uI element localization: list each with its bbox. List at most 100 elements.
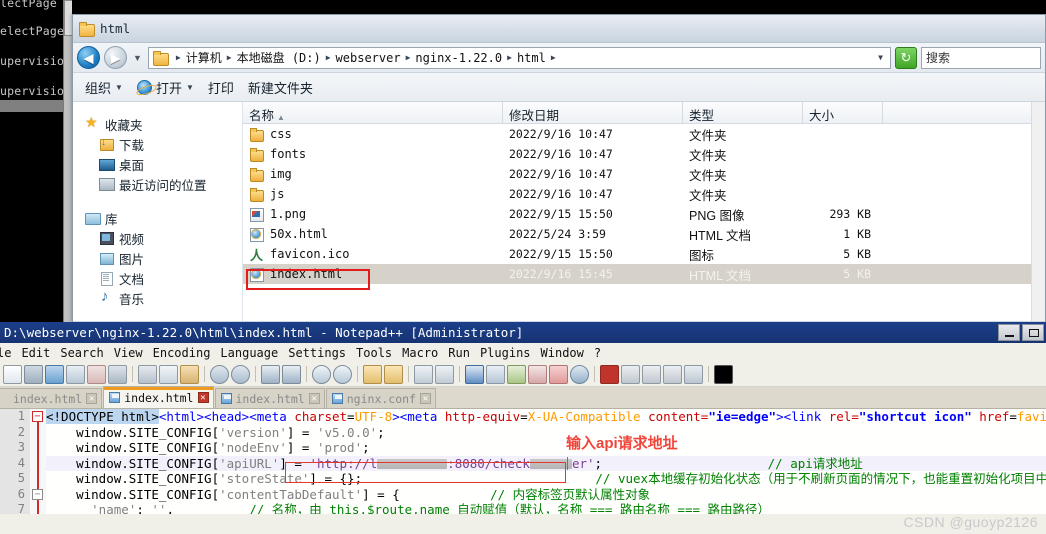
- breadcrumb-item-0[interactable]: 计算机: [186, 49, 222, 66]
- save-icon[interactable]: [45, 364, 64, 384]
- monitor-icon[interactable]: [570, 364, 589, 384]
- word-wrap-icon[interactable]: [414, 364, 433, 384]
- new-folder-button[interactable]: 新建文件夹: [248, 78, 313, 97]
- undo-icon[interactable]: [210, 364, 229, 384]
- print-button[interactable]: 打印: [208, 78, 234, 97]
- sidebar-item-downloads[interactable]: 下载: [83, 134, 242, 154]
- table-row[interactable]: fonts 2022/9/16 10:47 文件夹: [243, 144, 1045, 164]
- paste-icon[interactable]: [180, 364, 199, 384]
- menu-file[interactable]: le: [0, 346, 11, 360]
- print-icon[interactable]: [108, 364, 127, 384]
- menu-encoding[interactable]: Encoding: [153, 346, 211, 360]
- indent-guide-icon[interactable]: [465, 364, 484, 384]
- tab-index-html-3[interactable]: index.html ✕: [214, 388, 325, 408]
- table-row-selected[interactable]: index.html 2022/9/16 15:45 HTML 文档 5 KB: [243, 264, 1045, 284]
- sidebar-item-recent-places[interactable]: 最近访问的位置: [83, 174, 242, 194]
- column-header-size[interactable]: 大小: [803, 102, 883, 123]
- table-row[interactable]: favicon.ico 2022/9/15 15:50 图标 5 KB: [243, 244, 1045, 264]
- maximize-button[interactable]: [1022, 324, 1044, 341]
- forward-button[interactable]: ▶: [104, 46, 127, 69]
- redo-icon[interactable]: [231, 364, 250, 384]
- run-icon[interactable]: [714, 364, 733, 384]
- explorer-titlebar[interactable]: html: [73, 15, 1045, 43]
- menu-settings[interactable]: Settings: [288, 346, 346, 360]
- column-header-name[interactable]: 名称 ▲: [243, 102, 503, 123]
- folder-workspace-icon[interactable]: [549, 364, 568, 384]
- close-icon[interactable]: ✕: [308, 393, 320, 404]
- menu-language[interactable]: Language: [220, 346, 278, 360]
- file-list-scrollbar[interactable]: [1031, 102, 1045, 321]
- minimize-button[interactable]: [998, 324, 1020, 341]
- code-folding-column[interactable]: − −: [30, 409, 46, 514]
- table-row[interactable]: 1.png 2022/9/15 15:50 PNG 图像 293 KB: [243, 204, 1045, 224]
- console-window[interactable]: lectPage electPage upervisio upervisio: [0, 0, 72, 322]
- sync-scroll-h-icon[interactable]: [384, 364, 403, 384]
- find-icon[interactable]: [261, 364, 280, 384]
- chevron-down-icon[interactable]: ▼: [131, 53, 144, 63]
- cut-icon[interactable]: [138, 364, 157, 384]
- sidebar-item-documents[interactable]: 文档: [83, 268, 242, 288]
- tab-nginx-conf[interactable]: nginx.conf ✕: [325, 388, 436, 408]
- organize-button[interactable]: 组织 ▼: [85, 78, 123, 97]
- function-list-icon[interactable]: [528, 364, 547, 384]
- fold-toggle-icon[interactable]: −: [32, 489, 43, 500]
- sidebar-item-music[interactable]: 音乐: [83, 288, 242, 308]
- menu-edit[interactable]: Edit: [21, 346, 50, 360]
- menu-run[interactable]: Run: [448, 346, 470, 360]
- save-macro-icon[interactable]: [684, 364, 703, 384]
- user-language-icon[interactable]: [486, 364, 505, 384]
- search-input[interactable]: 搜索: [921, 46, 1041, 69]
- tab-index-html-1[interactable]: index.html ✕: [0, 388, 103, 408]
- table-row[interactable]: css 2022/9/16 10:47 文件夹: [243, 124, 1045, 144]
- play-macro-icon[interactable]: [642, 364, 661, 384]
- menu-window[interactable]: Window: [541, 346, 584, 360]
- table-row[interactable]: js 2022/9/16 10:47 文件夹: [243, 184, 1045, 204]
- open-file-icon[interactable]: [24, 364, 43, 384]
- new-file-icon[interactable]: [3, 364, 22, 384]
- table-row[interactable]: 50x.html 2022/5/24 3:59 HTML 文档 1 KB: [243, 224, 1045, 244]
- column-header-date[interactable]: 修改日期: [503, 102, 683, 123]
- breadcrumb-item-3[interactable]: nginx-1.22.0: [415, 51, 502, 65]
- replace-icon[interactable]: [282, 364, 301, 384]
- zoom-in-icon[interactable]: [312, 364, 331, 384]
- menu-help[interactable]: ?: [594, 346, 601, 360]
- menu-macro[interactable]: Macro: [402, 346, 438, 360]
- close-icon[interactable]: ✕: [420, 393, 431, 404]
- menu-search[interactable]: Search: [60, 346, 103, 360]
- close-icon[interactable]: ✕: [197, 392, 209, 403]
- close-icon[interactable]: ✕: [86, 393, 98, 404]
- sidebar-item-videos[interactable]: 视频: [83, 228, 242, 248]
- tab-index-html-2[interactable]: index.html ✕: [103, 386, 214, 408]
- sidebar-item-favorites[interactable]: 收藏夹: [83, 114, 242, 134]
- run-macro-multiple-icon[interactable]: [663, 364, 682, 384]
- zoom-out-icon[interactable]: [333, 364, 352, 384]
- open-button[interactable]: 打开 ▼: [136, 78, 194, 97]
- address-dropdown-icon[interactable]: ▼: [875, 53, 886, 62]
- sidebar-item-desktop[interactable]: 桌面: [83, 154, 242, 174]
- doc-map-icon[interactable]: [507, 364, 526, 384]
- table-row[interactable]: img 2022/9/16 10:47 文件夹: [243, 164, 1045, 184]
- close-file-icon[interactable]: [87, 364, 106, 384]
- menu-plugins[interactable]: Plugins: [480, 346, 531, 360]
- sidebar-item-libraries[interactable]: 库: [83, 208, 242, 228]
- back-button[interactable]: ◀: [77, 46, 100, 69]
- breadcrumb-item-2[interactable]: webserver: [336, 51, 401, 65]
- stop-macro-icon[interactable]: [621, 364, 640, 384]
- refresh-icon[interactable]: ↻: [895, 46, 917, 69]
- save-all-icon[interactable]: [66, 364, 85, 384]
- sync-scroll-v-icon[interactable]: [363, 364, 382, 384]
- breadcrumb-item-4[interactable]: html: [517, 51, 546, 65]
- show-all-chars-icon[interactable]: [435, 364, 454, 384]
- sidebar-item-pictures[interactable]: 图片: [83, 248, 242, 268]
- notepadpp-titlebar[interactable]: D:\webserver\nginx-1.22.0\html\index.htm…: [0, 322, 1046, 343]
- address-bar[interactable]: ▶ 计算机 ▶ 本地磁盘 (D:) ▶ webserver ▶ nginx-1.…: [147, 46, 891, 69]
- menu-tools[interactable]: Tools: [356, 346, 392, 360]
- breadcrumb-item-1[interactable]: 本地磁盘 (D:): [237, 49, 321, 66]
- console-scrollbar[interactable]: [63, 0, 72, 322]
- fold-toggle-icon[interactable]: −: [32, 411, 43, 422]
- copy-icon[interactable]: [159, 364, 178, 384]
- column-header-type[interactable]: 类型: [683, 102, 803, 123]
- menu-view[interactable]: View: [114, 346, 143, 360]
- record-macro-icon[interactable]: [600, 364, 619, 384]
- scrollbar-thumb[interactable]: [64, 0, 72, 36]
